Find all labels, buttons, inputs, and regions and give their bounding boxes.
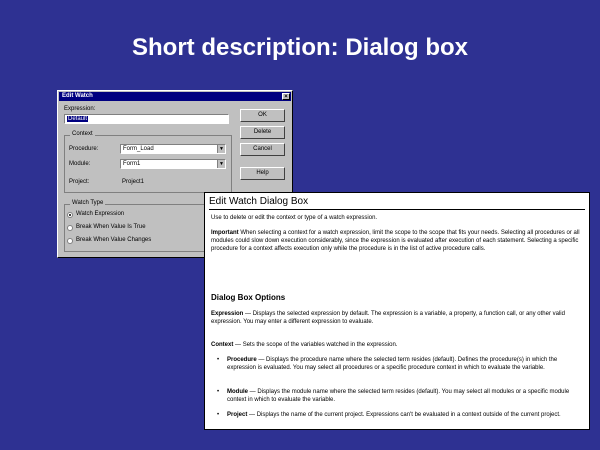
procedure-option: Procedure — Displays the procedure name … — [227, 357, 558, 371]
procedure-value: Form_Load — [123, 146, 154, 152]
delete-button[interactable]: Delete — [240, 126, 285, 139]
project-value: Project1 — [122, 179, 145, 185]
project-label: Project: — [69, 179, 90, 185]
context-group-label: Context — [70, 131, 95, 137]
important-text: When selecting a context for a watch exp… — [211, 230, 580, 252]
close-icon[interactable]: × — [282, 93, 290, 100]
help-button[interactable]: Help — [240, 167, 285, 180]
help-intro: Use to delete or edit the context or typ… — [211, 215, 378, 221]
module-label: Module: — [69, 161, 91, 167]
expression-input[interactable]: Default — [64, 114, 229, 124]
slide-title: Short description: Dialog box — [131, 34, 468, 61]
dialog-titlebar: Edit Watch × — [59, 92, 291, 101]
radio-watch-expression[interactable] — [67, 212, 73, 218]
module-value: Form1 — [123, 161, 141, 167]
radio-label: Break When Value Is True — [76, 224, 146, 230]
important-paragraph: Important When selecting a context for a… — [211, 229, 583, 253]
ok-button[interactable]: OK — [240, 109, 285, 122]
watch-type-group-label: Watch Type — [70, 200, 106, 206]
help-title: Edit Watch Dialog Box — [209, 195, 585, 210]
module-option: Module — Displays the module name where … — [227, 389, 570, 403]
context-option: Context — Sets the scope of the variable… — [211, 342, 398, 348]
bullet: • — [217, 412, 220, 418]
bullet: • — [217, 389, 220, 395]
help-window: Edit Watch Dialog Box Use to delete or e… — [204, 192, 590, 430]
radio-label: Break When Value Changes — [76, 237, 152, 243]
chevron-down-icon[interactable]: ▼ — [217, 145, 225, 153]
expression-value: Default — [67, 116, 89, 122]
expression-label: Expression: — [64, 106, 96, 112]
dialog-title: Edit Watch — [62, 93, 93, 99]
radio-label: Watch Expression — [76, 211, 125, 217]
options-heading: Dialog Box Options — [211, 293, 286, 302]
procedure-label: Procedure: — [69, 146, 99, 152]
procedure-combo[interactable]: Form_Load ▼ — [120, 144, 226, 154]
project-option: Project — Displays the name of the curre… — [227, 412, 561, 418]
cancel-button[interactable]: Cancel — [240, 143, 285, 156]
radio-break-when-changes[interactable] — [67, 238, 73, 244]
expression-option: Expression — Displays the selected expre… — [211, 311, 565, 325]
bullet: • — [217, 357, 220, 363]
radio-break-when-true[interactable] — [67, 225, 73, 231]
module-combo[interactable]: Form1 ▼ — [120, 159, 226, 169]
chevron-down-icon[interactable]: ▼ — [217, 160, 225, 168]
context-group: Context Procedure: Form_Load ▼ Module: F… — [64, 131, 232, 193]
important-label: Important — [211, 230, 239, 236]
